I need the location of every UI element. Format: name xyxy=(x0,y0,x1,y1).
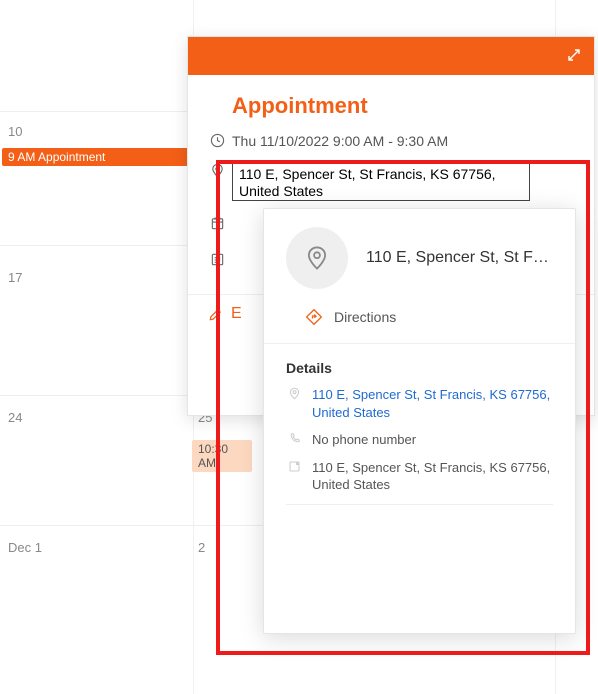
details-phone: No phone number xyxy=(286,431,553,449)
date-label[interactable]: 24 xyxy=(8,410,22,425)
location-header: 110 E, Spencer St, St Fra... xyxy=(264,209,575,301)
divider xyxy=(286,504,553,505)
details-heading: Details xyxy=(286,360,553,376)
details-address-link-text: 110 E, Spencer St, St Francis, KS 67756,… xyxy=(312,386,553,421)
clock-icon xyxy=(208,133,226,148)
edit-label: E xyxy=(231,305,242,323)
details-address-text: 110 E, Spencer St, St Francis, KS 67756,… xyxy=(286,459,553,494)
details-address-text-value: 110 E, Spencer St, St Francis, KS 67756,… xyxy=(312,459,553,494)
event-location-row xyxy=(188,155,594,210)
calendar-event[interactable]: 9 AM Appointment xyxy=(2,148,190,166)
directions-label: Directions xyxy=(334,309,396,325)
directions-icon xyxy=(306,309,322,325)
event-card-header xyxy=(188,37,594,75)
pencil-icon xyxy=(208,307,223,322)
calendar-icon xyxy=(208,216,226,231)
location-input[interactable] xyxy=(232,161,530,201)
note-icon xyxy=(286,459,302,494)
location-title: 110 E, Spencer St, St Fra... xyxy=(366,249,553,267)
calendar-event[interactable]: 10:30 AM xyxy=(192,440,252,472)
event-datetime-row: Thu 11/10/2022 9:00 AM - 9:30 AM xyxy=(188,127,594,155)
date-label[interactable]: 2 xyxy=(198,540,205,555)
notes-icon xyxy=(208,252,226,267)
details-section: Details 110 E, Spencer St, St Francis, K… xyxy=(264,344,575,529)
details-phone-text: No phone number xyxy=(312,431,416,449)
location-icon xyxy=(208,163,226,178)
directions-button[interactable]: Directions xyxy=(264,301,575,344)
event-datetime: Thu 11/10/2022 9:00 AM - 9:30 AM xyxy=(232,133,448,149)
location-avatar xyxy=(286,227,348,289)
details-address-link[interactable]: 110 E, Spencer St, St Francis, KS 67756,… xyxy=(286,386,553,421)
phone-icon xyxy=(286,431,302,449)
location-details-card: 110 E, Spencer St, St Fra... Directions … xyxy=(263,208,576,634)
event-title: Appointment xyxy=(188,75,594,127)
date-label[interactable]: 17 xyxy=(8,270,22,285)
expand-icon[interactable] xyxy=(566,47,582,63)
pin-icon xyxy=(286,386,302,421)
pin-icon xyxy=(304,245,330,271)
date-label[interactable]: Dec 1 xyxy=(8,540,42,555)
date-label[interactable]: 10 xyxy=(8,124,22,139)
